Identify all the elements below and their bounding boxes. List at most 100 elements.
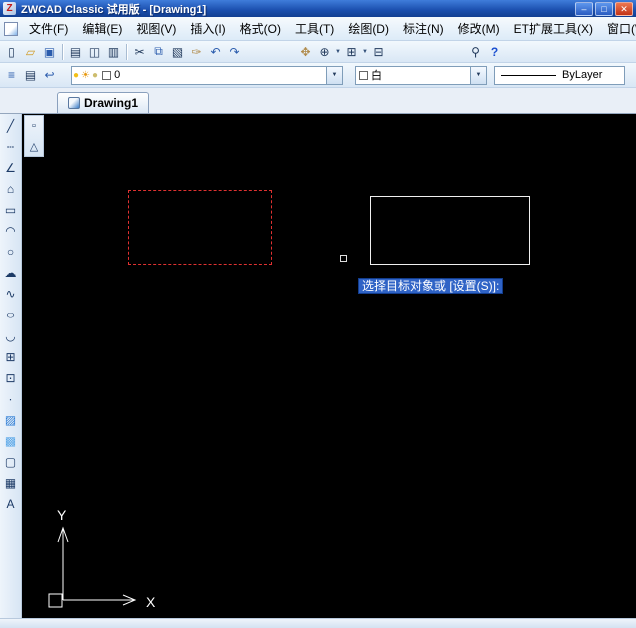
zoom-previous-button[interactable]: ⊟ bbox=[369, 43, 388, 61]
pickbox-cursor bbox=[340, 255, 347, 262]
undo-arrow-icon: ↶ bbox=[210, 44, 221, 59]
print-preview-button[interactable]: ◫ bbox=[85, 43, 104, 61]
layer-freeze-sun-icon[interactable]: ☀ bbox=[81, 67, 90, 84]
toolbar-separator bbox=[62, 43, 63, 60]
draw-tool-point[interactable]: ∙ bbox=[1, 388, 21, 409]
menu-insert[interactable]: 插入(I) bbox=[183, 17, 232, 40]
draw-tool-ellipse-arc[interactable]: ◡ bbox=[1, 325, 21, 346]
draw-tool-construction-line[interactable]: ┄ bbox=[1, 136, 21, 157]
close-button[interactable]: ✕ bbox=[615, 1, 633, 16]
document-menu-icon[interactable] bbox=[4, 21, 18, 36]
layer-on-bulb-icon[interactable]: ● bbox=[73, 67, 79, 84]
layer-states-button[interactable]: ▤ bbox=[21, 66, 40, 84]
drawing-file-icon bbox=[68, 97, 80, 109]
menu-format[interactable]: 格式(O) bbox=[233, 17, 288, 40]
ucs-x-label: X bbox=[146, 594, 156, 610]
make-block-icon: ⊡ bbox=[5, 370, 16, 385]
draw-tool-spline[interactable]: ∿ bbox=[1, 283, 21, 304]
redo-button[interactable]: ↷ bbox=[225, 43, 244, 61]
layer-combo-dropdown-icon[interactable]: ▼ bbox=[326, 66, 342, 84]
menu-dimension[interactable]: 标注(N) bbox=[396, 17, 451, 40]
draw-tool-make-block[interactable]: ⊡ bbox=[1, 367, 21, 388]
document-tab-bar: Drawing1 bbox=[0, 88, 636, 114]
zoom-window-dropdown-icon[interactable]: ▼ bbox=[361, 49, 369, 55]
status-bar-strip bbox=[0, 618, 636, 628]
circle-icon: ○ bbox=[6, 244, 15, 259]
find-button[interactable]: ⚲ bbox=[466, 43, 485, 61]
new-icon: ▯ bbox=[8, 44, 15, 59]
menu-window[interactable]: 窗口(W) bbox=[600, 17, 636, 40]
help-button[interactable]: ? bbox=[485, 43, 504, 61]
layer-properties-button[interactable]: ≡ bbox=[2, 66, 21, 84]
ellipse-arc-icon: ◡ bbox=[5, 328, 16, 343]
menu-modify[interactable]: 修改(M) bbox=[451, 17, 507, 40]
layer-previous-icon: ↩ bbox=[44, 68, 55, 82]
snap-midpoint-icon: △ bbox=[29, 140, 39, 153]
maximize-button[interactable]: □ bbox=[595, 1, 613, 16]
menu-edit[interactable]: 编辑(E) bbox=[75, 17, 129, 40]
zoom-realtime-dropdown-icon[interactable]: ▼ bbox=[334, 49, 342, 55]
construction-line-icon: ┄ bbox=[6, 139, 15, 154]
menu-draw[interactable]: 绘图(D) bbox=[341, 17, 396, 40]
draw-tool-table[interactable]: ▦ bbox=[1, 472, 21, 493]
draw-tool-ellipse[interactable]: ○ bbox=[1, 304, 21, 325]
tab-drawing1[interactable]: Drawing1 bbox=[57, 92, 150, 113]
window-title: ZWCAD Classic 试用版 - [Drawing1] bbox=[21, 3, 207, 16]
pan-hand-icon: ✥ bbox=[300, 44, 311, 59]
color-combo[interactable]: 白 ▼ bbox=[355, 65, 487, 85]
draw-tool-polygon[interactable]: ⌂ bbox=[1, 178, 21, 199]
menu-tools[interactable]: 工具(T) bbox=[288, 17, 341, 40]
save-button[interactable]: ▣ bbox=[40, 43, 59, 61]
minimize-button[interactable]: – bbox=[575, 1, 593, 16]
draw-tool-line[interactable]: ╱ bbox=[1, 115, 21, 136]
ucs-y-label: Y bbox=[57, 507, 67, 523]
layer-lock-icon[interactable]: ● bbox=[92, 67, 98, 84]
print-button[interactable]: ▤ bbox=[66, 43, 85, 61]
undo-button[interactable]: ↶ bbox=[206, 43, 225, 61]
pan-button[interactable]: ✥ bbox=[296, 43, 315, 61]
open-folder-icon: ▱ bbox=[25, 44, 36, 59]
zoom-window-icon: ⊞ bbox=[346, 44, 357, 59]
draw-tool-hatch[interactable]: ▨ bbox=[1, 409, 21, 430]
menu-file[interactable]: 文件(F) bbox=[22, 17, 75, 40]
paste-icon: ▧ bbox=[171, 44, 184, 59]
drawing-canvas[interactable]: ▫ △ 选择目标对象或 [设置(S)]: Y X bbox=[22, 114, 636, 618]
toolbar-separator bbox=[126, 43, 127, 60]
draw-tool-circle[interactable]: ○ bbox=[1, 241, 21, 262]
new-button[interactable]: ▯ bbox=[2, 43, 21, 61]
cut-button[interactable]: ✂ bbox=[130, 43, 149, 61]
draw-tool-mtext[interactable]: A bbox=[1, 493, 21, 514]
standard-toolbar: ▯ ▱ ▣ ▤ ◫ ▥ ✂ ⧉ ▧ ✑ ↶ ↷ ✥ ⊕ ▼ ⊞ ▼ ⊟ ⚲ ? bbox=[0, 41, 636, 63]
draw-tool-polyline[interactable]: ∠ bbox=[1, 157, 21, 178]
open-button[interactable]: ▱ bbox=[21, 43, 40, 61]
publish-button[interactable]: ▥ bbox=[104, 43, 123, 61]
menu-express-tools[interactable]: ET扩展工具(X) bbox=[507, 17, 600, 40]
linetype-combo[interactable]: ByLayer bbox=[494, 65, 625, 85]
snap-endpoint-icon: ▫ bbox=[32, 120, 36, 132]
draw-tool-insert-block[interactable]: ⊞ bbox=[1, 346, 21, 367]
menu-view[interactable]: 视图(V) bbox=[129, 17, 183, 40]
zoom-realtime-button[interactable]: ⊕ bbox=[315, 43, 334, 61]
draw-tool-rectangle[interactable]: ▭ bbox=[1, 199, 21, 220]
selected-rectangle-object[interactable] bbox=[128, 190, 272, 265]
draw-tool-gradient[interactable]: ▩ bbox=[1, 430, 21, 451]
print-preview-icon: ◫ bbox=[88, 44, 101, 59]
zoom-window-button[interactable]: ⊞ bbox=[342, 43, 361, 61]
paste-button[interactable]: ▧ bbox=[168, 43, 187, 61]
app-logo-icon: Z bbox=[3, 2, 16, 15]
layer-previous-button[interactable]: ↩ bbox=[40, 66, 59, 84]
draw-tool-region[interactable]: ▢ bbox=[1, 451, 21, 472]
layer-combo[interactable]: ● ☀ ● 0 ▼ bbox=[71, 65, 343, 85]
rectangle-object[interactable] bbox=[370, 196, 530, 265]
draw-tool-revision-cloud[interactable]: ☁ bbox=[1, 262, 21, 283]
match-properties-button[interactable]: ✑ bbox=[187, 43, 206, 61]
draw-tool-arc[interactable]: ◠ bbox=[1, 220, 21, 241]
zwcad-window: Z ZWCAD Classic 试用版 - [Drawing1] – □ ✕ 文… bbox=[0, 0, 636, 628]
color-combo-dropdown-icon[interactable]: ▼ bbox=[470, 66, 486, 84]
copy-button[interactable]: ⧉ bbox=[149, 43, 168, 61]
tab-label: Drawing1 bbox=[84, 96, 139, 110]
snap-endpoint-button[interactable]: ▫ bbox=[25, 116, 43, 136]
region-icon: ▢ bbox=[4, 454, 17, 469]
snap-midpoint-button[interactable]: △ bbox=[25, 136, 43, 156]
ellipse-icon: ○ bbox=[5, 308, 16, 321]
